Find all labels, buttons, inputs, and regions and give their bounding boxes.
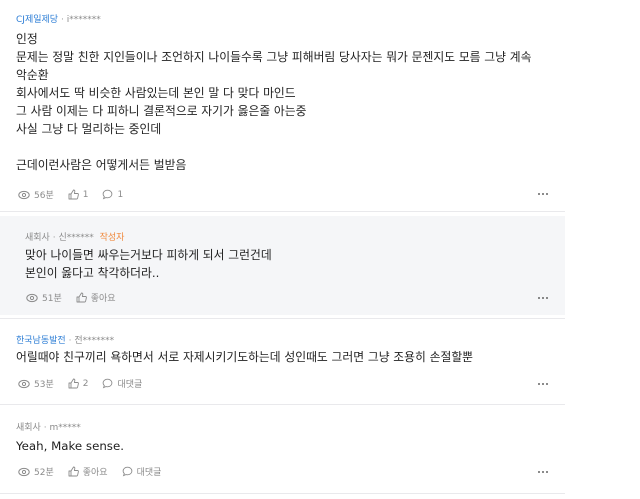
comment-line: 사실 그냥 다 멀리하는 중인데: [16, 122, 162, 136]
author-badge: 작성자: [99, 233, 125, 243]
thumbs-up-icon: [68, 378, 79, 389]
comment-line: [16, 138, 531, 156]
comment-line: 인정: [16, 32, 38, 46]
like-button[interactable]: 2: [68, 378, 88, 389]
like-button[interactable]: 좋아요: [68, 465, 108, 478]
company-link[interactable]: 새회사: [25, 233, 50, 243]
view-count: 52분: [18, 465, 54, 478]
reply-button[interactable]: 1: [102, 189, 123, 200]
username: 신******: [58, 233, 94, 243]
eye-icon: [26, 293, 38, 302]
comment-item: CJ제일제당 · i******* 인정 문제는 정말 친한 지인들이나 조언하…: [0, 0, 565, 211]
comment-meta: 새회사 · m*****: [16, 423, 81, 433]
reply-item: 새회사 · 신****** 작성자 맞아 나이들면 싸우는거보다 피하게 되서 …: [0, 216, 565, 315]
more-dots-icon[interactable]: [538, 191, 550, 197]
comment-line: 어릴때야 친구끼리 욕하면서 서로 자제시키기도하는데 성인때도 그러면 그냥 …: [16, 350, 474, 364]
comment-body: Yeah, Make sense.: [16, 437, 124, 455]
comment-item: 새회사 · m***** Yeah, Make sense. 52분 좋아요 대…: [0, 405, 565, 493]
comment-body: 맞아 나이들면 싸우는거보다 피하게 되서 그런건데 본인이 옳다고 착각하더라…: [25, 246, 272, 282]
company-link[interactable]: 한국남동발전: [16, 336, 66, 346]
comment-line: 그 사람 이제는 다 피하니 결론적으로 자기가 옳은줄 아는중: [16, 104, 307, 118]
reply-button[interactable]: 대댓글: [102, 377, 142, 390]
reply-button[interactable]: 대댓글: [122, 465, 161, 478]
speech-bubble-icon: [122, 466, 132, 477]
eye-icon: [18, 190, 30, 199]
comment-actions: 52분 좋아요 대댓글: [18, 465, 175, 478]
comment-line: 맞아 나이들면 싸우는거보다 피하게 되서 그런건데: [25, 248, 272, 262]
thumbs-up-icon: [76, 292, 87, 303]
divider: [0, 211, 565, 212]
comment-item: 한국남동발전 · 전******* 어릴때야 친구끼리 욕하면서 서로 자제시키…: [0, 319, 565, 403]
view-count: 56분: [18, 188, 54, 201]
comment-meta: 한국남동발전 · 전*******: [16, 336, 115, 346]
more-dots-icon[interactable]: [538, 469, 550, 475]
comment-meta: CJ제일제당 · i*******: [16, 15, 101, 25]
username: i*******: [66, 15, 101, 25]
view-count: 51분: [26, 291, 62, 304]
username: 전*******: [74, 336, 115, 346]
comment-line: Yeah, Make sense.: [16, 439, 124, 453]
divider: [0, 493, 565, 494]
username: m*****: [49, 423, 81, 433]
thumbs-up-icon: [68, 466, 79, 477]
comment-body: 인정 문제는 정말 친한 지인들이나 조언하지 나이들수록 그냥 피해버림 당사…: [16, 30, 531, 174]
speech-bubble-icon: [103, 378, 113, 389]
company-link[interactable]: CJ제일제당: [16, 15, 58, 25]
like-button[interactable]: 좋아요: [76, 291, 116, 304]
comment-line: 회사에서도 딱 비슷한 사람있는데 본인 말 다 맞다 마인드: [16, 86, 296, 100]
more-dots-icon[interactable]: [538, 295, 550, 301]
speech-bubble-icon: [103, 189, 113, 200]
comment-body: 어릴때야 친구끼리 욕하면서 서로 자제시키기도하는데 성인때도 그러면 그냥 …: [16, 348, 473, 366]
comment-actions: 56분 1 1: [18, 188, 137, 201]
comment-line: 문제는 정말 친한 지인들이나 조언하지 나이들수록 그냥 피해버림 당사자는 …: [16, 50, 532, 64]
comment-line: 근데이런사람은 어떻게서든 벌받음: [16, 158, 187, 172]
thumbs-up-icon: [68, 189, 79, 200]
comment-line: 악순환: [16, 68, 49, 82]
like-button[interactable]: 1: [68, 189, 88, 200]
comment-actions: 51분 좋아요: [26, 291, 130, 304]
comment-line: 본인이 옳다고 착각하더라..: [25, 266, 160, 280]
company-link[interactable]: 새회사: [16, 423, 41, 433]
more-dots-icon[interactable]: [538, 381, 550, 387]
view-count: 53분: [18, 377, 54, 390]
comment-meta: 새회사 · 신****** 작성자: [25, 233, 125, 243]
eye-icon: [18, 467, 30, 476]
eye-icon: [18, 379, 30, 388]
comment-actions: 53분 2 대댓글: [18, 377, 156, 390]
